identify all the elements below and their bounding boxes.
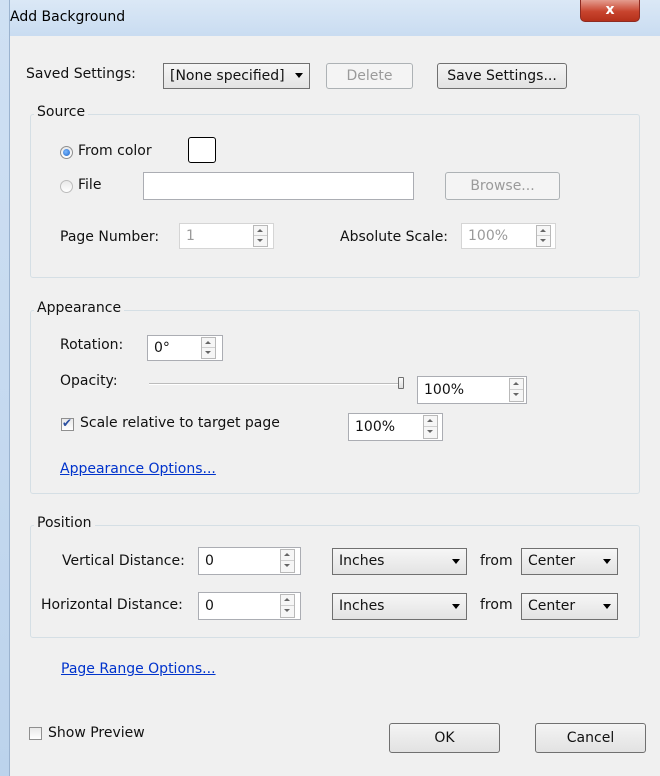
horizontal-from-select[interactable]: Center [521, 593, 618, 620]
opacity-slider-thumb[interactable] [398, 377, 404, 389]
title-bar: Add Background x [0, 0, 660, 36]
vertical-from-select[interactable]: Center [521, 548, 618, 575]
scale-relative-label: Scale relative to target page [80, 415, 280, 431]
absolute-scale-label: Absolute Scale: [340, 229, 449, 245]
position-group-title: Position [34, 515, 95, 531]
opacity-value: 100% [424, 382, 465, 398]
dialog-body: Saved Settings: [None specified] Delete … [10, 36, 660, 776]
source-group-title: Source [34, 104, 89, 120]
chevron-down-icon [295, 73, 303, 78]
chevron-down-icon [452, 603, 460, 609]
show-preview-checkbox[interactable] [29, 727, 42, 740]
vertical-from-label: from [480, 553, 513, 569]
color-swatch[interactable] [188, 137, 216, 163]
saved-settings-value: [None specified] [170, 68, 285, 84]
absolute-scale-value: 100% [468, 228, 509, 244]
close-button[interactable]: x [580, 0, 640, 22]
file-path-input[interactable] [143, 172, 414, 200]
scale-stepper[interactable] [423, 415, 438, 439]
chevron-down-icon [452, 558, 460, 564]
horizontal-unit-select[interactable]: Inches [332, 593, 467, 620]
opacity-slider-track[interactable] [149, 383, 404, 385]
horizontal-unit-value: Inches [339, 598, 385, 614]
absolute-scale-stepper[interactable] [536, 225, 551, 247]
show-preview-label: Show Preview [48, 725, 145, 741]
vertical-unit-value: Inches [339, 553, 385, 569]
horizontal-distance-stepper[interactable] [280, 594, 295, 618]
vertical-distance-label: Vertical Distance: [62, 553, 185, 569]
chevron-down-icon [603, 603, 611, 609]
rotation-label: Rotation: [60, 337, 124, 353]
saved-settings-select[interactable]: [None specified] [163, 63, 310, 89]
horizontal-distance-value: 0 [205, 598, 214, 614]
chevron-down-icon [603, 558, 611, 564]
window-left-border [0, 0, 10, 776]
scale-value: 100% [355, 419, 396, 435]
window-title: Add Background [10, 9, 126, 25]
horizontal-from-label: from [480, 597, 513, 613]
appearance-options-link[interactable]: Appearance Options... [60, 461, 216, 477]
horizontal-distance-label: Horizontal Distance: [41, 597, 183, 613]
cancel-button[interactable]: Cancel [535, 723, 646, 753]
page-range-options-link[interactable]: Page Range Options... [61, 661, 216, 677]
appearance-group-title: Appearance [34, 300, 125, 316]
from-color-radio[interactable] [60, 146, 73, 159]
rotation-value: 0° [154, 340, 170, 356]
rotation-stepper[interactable] [201, 337, 216, 359]
opacity-stepper[interactable] [509, 378, 524, 402]
vertical-distance-stepper[interactable] [280, 549, 295, 573]
page-number-stepper[interactable] [253, 225, 268, 247]
ok-button[interactable]: OK [389, 723, 500, 753]
vertical-distance-value: 0 [205, 553, 214, 569]
vertical-unit-select[interactable]: Inches [332, 548, 467, 575]
file-radio[interactable] [60, 180, 73, 193]
from-color-label: From color [78, 143, 152, 159]
horizontal-from-value: Center [528, 598, 576, 614]
scale-relative-checkbox[interactable] [61, 416, 74, 431]
opacity-label: Opacity: [60, 373, 118, 389]
file-label: File [78, 177, 102, 193]
vertical-from-value: Center [528, 553, 576, 569]
page-number-label: Page Number: [60, 229, 160, 245]
page-number-value: 1 [186, 228, 195, 244]
browse-button[interactable]: Browse... [445, 172, 560, 200]
delete-button[interactable]: Delete [326, 63, 413, 89]
saved-settings-label: Saved Settings: [26, 66, 136, 82]
position-group [30, 525, 640, 638]
save-settings-button[interactable]: Save Settings... [437, 63, 567, 89]
